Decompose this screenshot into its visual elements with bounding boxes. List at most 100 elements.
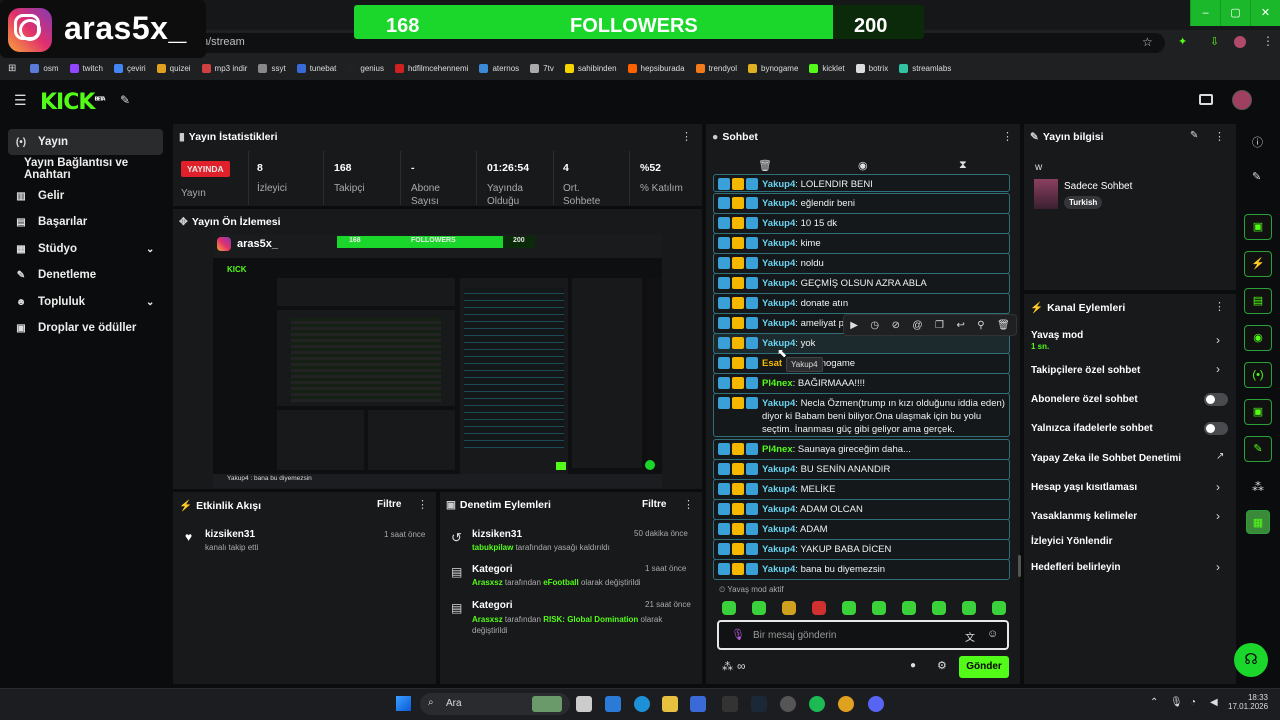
bookmark-sahibinden[interactable]: sahibinden <box>564 63 617 73</box>
clock-icon[interactable]: ◷ <box>870 320 879 331</box>
chat-username[interactable]: Yakup4 <box>762 524 795 535</box>
bookmark-ceviri[interactable]: çeviri <box>113 63 146 73</box>
chat-message[interactable]: Yakup4: ADAM OLCAN <box>713 499 1010 520</box>
sidebar-item-stream-key[interactable]: Yayın Bağlantısı ve Anahtarı <box>18 156 173 182</box>
language-tag[interactable]: Turkish <box>1064 196 1103 209</box>
chrome-icon[interactable] <box>838 696 854 712</box>
user-avatar[interactable] <box>1232 90 1252 110</box>
stats-menu-icon[interactable]: ⋮ <box>681 130 692 143</box>
network-icon[interactable]: ◔ <box>1190 697 1196 708</box>
emote[interactable] <box>962 601 976 615</box>
chat-username[interactable]: Yakup4 <box>762 179 795 190</box>
bookmark-twitch[interactable]: twitch <box>69 63 103 73</box>
copy-icon[interactable]: ❐ <box>935 320 944 331</box>
mod-item-user[interactable]: tabukpilaw <box>472 543 513 552</box>
toolbar-game-button[interactable]: ▦ <box>1246 510 1270 534</box>
chat-username[interactable]: Yakup4 <box>762 504 795 515</box>
apps-icon[interactable]: ⊞ <box>8 63 16 74</box>
community-icon[interactable]: ⁂ <box>1252 480 1264 494</box>
bookmark-7tv[interactable]: 7tv <box>530 63 554 73</box>
chat-users-icon[interactable]: ● <box>910 660 916 671</box>
explorer-icon[interactable] <box>662 696 678 712</box>
sidebar-item-studyo[interactable]: ▦ Stüdyo ⌄ <box>8 236 163 262</box>
external-link-icon[interactable]: ↗ <box>1216 451 1224 462</box>
chat-username[interactable]: Yakup4 <box>762 484 795 495</box>
volume-icon[interactable]: ◀ <box>1210 697 1218 708</box>
play-icon[interactable]: ▶ <box>850 320 858 331</box>
bookmark-trendyol[interactable]: trendyol <box>695 63 737 73</box>
chat-username[interactable]: Yakup4 <box>762 198 795 209</box>
bookmark-hdfilm[interactable]: hdfilmcehennemi <box>394 63 468 73</box>
hamburger-icon[interactable]: ☰ <box>14 92 27 109</box>
spotify-icon[interactable] <box>809 696 825 712</box>
activity-menu-icon[interactable]: ⋮ <box>417 498 428 511</box>
chat-message[interactable]: Pl4nex: BAĞIRMAAA!!!! <box>713 373 1010 394</box>
profile-avatar[interactable] <box>1234 36 1246 48</box>
chat-message[interactable]: Yakup4: MELİKE <box>713 479 1010 500</box>
bookmark-ssyt[interactable]: ssyt <box>258 63 286 73</box>
mention-icon[interactable]: @ <box>912 320 922 331</box>
store-icon[interactable] <box>690 696 706 712</box>
mic-icon[interactable]: 🎙 <box>731 628 745 641</box>
bookmark-bynogame[interactable]: bynogame <box>748 63 798 73</box>
tray-chevron-icon[interactable]: ⌃ <box>1150 697 1158 708</box>
chat-message[interactable]: Yakup4: 10 15 dk <box>713 213 1010 234</box>
chat-message-hovered[interactable]: Yakup4: yok <box>713 333 1010 354</box>
action-raid[interactable]: İzleyici Yönlendir <box>1031 536 1113 547</box>
translate-icon[interactable]: 文 <box>965 629 975 644</box>
bookmark-genius[interactable]: genius <box>347 63 384 73</box>
chevron-right-icon[interactable]: › <box>1216 333 1220 347</box>
chat-username[interactable]: Pl4nex <box>762 378 793 389</box>
chat-scrollbar[interactable] <box>1018 555 1021 577</box>
steam-icon[interactable] <box>751 696 767 712</box>
taskbar-search[interactable]: ⌕ Ara <box>420 693 570 715</box>
toolbar-clip-button[interactable]: ▣ <box>1244 214 1272 240</box>
chat-input[interactable]: 🎙 Bir mesaj gönderin 文 ☺ <box>717 620 1009 650</box>
toolbar-moderation-button[interactable]: ▣ <box>1244 399 1272 425</box>
chevron-right-icon[interactable]: › <box>1216 509 1220 523</box>
emote[interactable] <box>992 601 1006 615</box>
mod-item-user[interactable]: Arasxsz <box>472 615 503 624</box>
help-button[interactable]: ☊ <box>1234 643 1268 677</box>
emoji-icon[interactable]: ☺ <box>987 628 998 640</box>
kick-logo[interactable]: KICKBETA <box>40 90 106 115</box>
sidebar-item-basarilar[interactable]: ▤ Başarılar <box>8 209 163 235</box>
chevron-right-icon[interactable]: › <box>1216 480 1220 494</box>
sidebar-item-yayin[interactable]: (•) Yayın <box>8 129 163 155</box>
toolbar-chat-button[interactable]: ◉ <box>1244 325 1272 351</box>
emote[interactable] <box>782 601 796 615</box>
bookmark-tunebat[interactable]: tunebat <box>296 63 336 73</box>
action-slow-mode[interactable]: Yavaş mod <box>1031 330 1083 341</box>
toolbar-bolt-button[interactable]: ⚡ <box>1244 251 1272 277</box>
edge-icon[interactable] <box>634 696 650 712</box>
bookmark-star-icon[interactable]: ☆ <box>1142 35 1153 49</box>
action-followers-only[interactable]: Takipçilere özel sohbet <box>1031 365 1140 376</box>
chat-message[interactable]: Yakup4: donate atın <box>713 293 1010 314</box>
chat-message[interactable]: Yakup4: eğlendir beni <box>713 193 1010 214</box>
moderation-menu-icon[interactable]: ⋮ <box>683 498 694 511</box>
chat-username[interactable]: Yakup4 <box>762 318 795 329</box>
sidebar-item-topluluk[interactable]: ☻ Topluluk ⌄ <box>8 289 163 315</box>
bookmark-hepsiburada[interactable]: hepsiburada <box>627 63 685 73</box>
activity-filter-button[interactable]: Filtre <box>377 499 401 510</box>
toolbar-broadcast-button[interactable]: (•) <box>1244 362 1272 388</box>
chat-message[interactable]: Yakup4: ADAM <box>713 519 1010 540</box>
bookmark-quizei[interactable]: quizei <box>156 63 191 73</box>
bookmark-kicklet[interactable]: kicklet <box>809 63 845 73</box>
maximize-button[interactable]: ▢ <box>1220 0 1250 26</box>
chat-username[interactable]: Yakup4 <box>762 258 795 269</box>
chat-message[interactable]: Yakup4: LOLENDIR BENI <box>713 174 1010 192</box>
edit-icon[interactable]: ✎ <box>1252 170 1261 183</box>
channel-actions-menu-icon[interactable]: ⋮ <box>1214 300 1225 313</box>
obs-icon[interactable] <box>780 696 796 712</box>
bookmark-botrix[interactable]: botrix <box>855 63 888 73</box>
reply-icon[interactable]: ↩ <box>956 320 964 331</box>
chat-username[interactable]: Yakup4 <box>762 238 795 249</box>
extension-icon[interactable]: ✦ <box>1178 35 1187 48</box>
toolbar-notes-button[interactable]: ▤ <box>1244 288 1272 314</box>
delete-icon[interactable]: 🗑 <box>997 320 1010 331</box>
chat-username[interactable]: Yakup4 <box>762 278 795 289</box>
chat-settings-icon[interactable]: ⚙ <box>937 659 947 672</box>
emote[interactable] <box>932 601 946 615</box>
browser-menu-icon[interactable]: ⋮ <box>1262 34 1274 48</box>
